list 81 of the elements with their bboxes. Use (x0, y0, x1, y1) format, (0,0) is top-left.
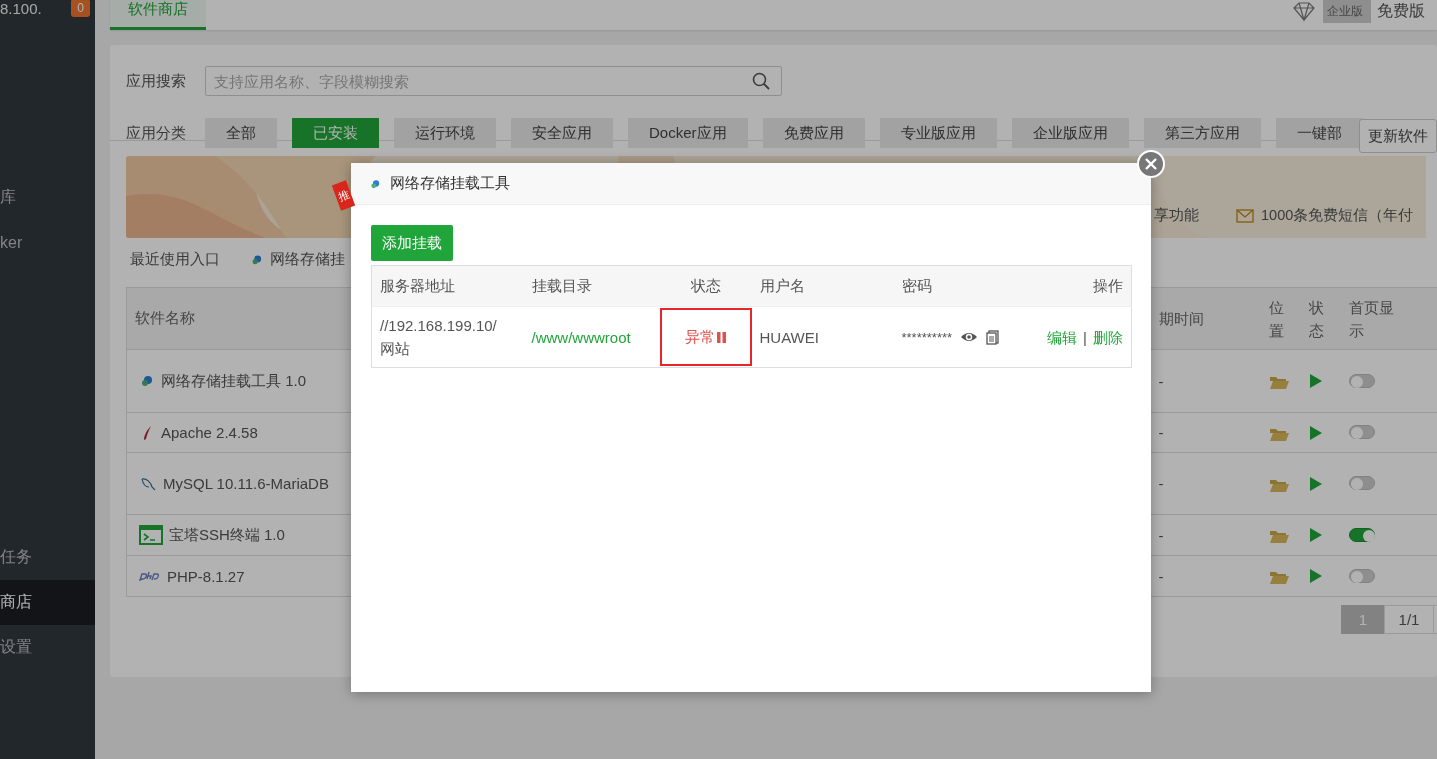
server-address: //192.168.199.10/网站 (380, 316, 498, 359)
eye-icon (960, 330, 979, 344)
column-header: 期时间 (1158, 309, 1205, 329)
category-button[interactable]: 全部 (205, 118, 277, 148)
play-icon (1308, 527, 1323, 543)
search-icon (752, 72, 770, 90)
sidebar-item[interactable]: 库 (0, 175, 95, 220)
globe-icon (139, 373, 155, 389)
section-label: 最近使用入口 (130, 249, 220, 269)
count-badge: 0 (71, 0, 90, 17)
toggle-switch[interactable] (1348, 373, 1375, 388)
play-icon (1308, 373, 1323, 389)
toggle-switch[interactable] (1348, 527, 1375, 542)
search-field[interactable]: 支持应用名称、字段模糊搜索 (205, 66, 782, 96)
sidebar-item[interactable]: 商店 (0, 580, 95, 625)
expiry-date: - (1158, 372, 1164, 390)
category-button[interactable]: 安全应用 (511, 118, 613, 148)
sidebar-item[interactable]: 任务 (0, 535, 95, 580)
column-header: 操作 (1093, 276, 1123, 294)
edition-label[interactable]: 免费版 (1377, 0, 1425, 22)
username: HUAWEI (759, 328, 819, 346)
field-label: 应用搜索 (126, 71, 186, 91)
edition-badge: 企业版 (1323, 0, 1371, 23)
app-name: Apache 2.4.58 (161, 424, 258, 441)
play-icon (1308, 475, 1323, 492)
app-name: PHP-8.1.27 (167, 567, 245, 585)
feature-text: 1000条免费短信（年付 (1261, 206, 1414, 225)
terminal-icon (139, 525, 163, 545)
expiry-date: - (1158, 526, 1164, 544)
feature-text: 享功能 (1154, 206, 1199, 225)
page-count: 1/1 (1384, 605, 1434, 634)
expiry-date: - (1158, 475, 1164, 492)
column-header: 首页显示 (1348, 297, 1394, 341)
expiry-date: - (1158, 567, 1164, 585)
category-button[interactable]: 运行环境 (394, 118, 496, 148)
recent-app-link[interactable]: 网络存储挂 (270, 249, 345, 269)
column-header: 状态 (1308, 297, 1324, 341)
column-header: 软件名称 (135, 309, 195, 326)
status-text: 异常 (685, 327, 715, 347)
edit-link[interactable]: 编辑 (1047, 328, 1078, 346)
pause-icon (717, 330, 726, 344)
diamond-icon (1291, 0, 1317, 22)
category-button[interactable]: 第三方应用 (1143, 118, 1261, 148)
delete-link[interactable]: 删除 (1093, 328, 1123, 346)
category-button[interactable]: 专业版应用 (879, 118, 997, 148)
column-header: 密码 (901, 276, 932, 294)
toggle-switch[interactable] (1348, 425, 1375, 439)
copy-icon (986, 329, 1000, 345)
column-header: 挂载目录 (531, 276, 592, 294)
masked-password: ********** (901, 329, 953, 345)
category-button[interactable]: Docker应用 (628, 118, 748, 148)
add-mount-button[interactable]: 添加挂载 (371, 225, 453, 261)
category-button[interactable]: 已安装 (292, 118, 379, 148)
dialog-title: 网络存储挂载工具 (390, 174, 510, 193)
app-name: MySQL 10.11.6-MariaDB (163, 475, 329, 492)
expiry-date: - (1158, 424, 1164, 441)
category-button[interactable]: 企业版应用 (1011, 118, 1129, 148)
column-header: 服务器地址 (380, 276, 455, 294)
app-name: 宝塔SSH终端 1.0 (169, 525, 285, 545)
globe-icon (250, 253, 262, 265)
play-icon (1308, 568, 1323, 584)
field-label: 应用分类 (126, 123, 186, 143)
category-button[interactable]: 一键部 (1275, 118, 1363, 148)
column-header: 用户名 (759, 276, 805, 294)
play-icon (1308, 424, 1323, 441)
php-logo-icon (139, 570, 161, 582)
envelope-icon (1236, 208, 1254, 223)
column-header: 状态 (690, 276, 721, 294)
toggle-switch[interactable] (1348, 568, 1375, 583)
separator: | (1083, 328, 1087, 346)
close-icon (1144, 157, 1158, 171)
app-name: 网络存储挂载工具 1.0 (161, 371, 307, 391)
globe-icon (369, 178, 380, 189)
toggle-switch[interactable] (1348, 476, 1375, 490)
update-button[interactable]: 更新软件 (1359, 119, 1437, 153)
mount-path-link[interactable]: /www/wwwroot (531, 328, 631, 346)
server-address: 8.100. (0, 0, 42, 17)
sidebar-item[interactable]: ker (0, 220, 95, 265)
category-button[interactable]: 免费应用 (762, 118, 865, 148)
column-header: 位置 (1268, 297, 1284, 341)
sidebar-item[interactable]: 设置 (0, 625, 95, 670)
